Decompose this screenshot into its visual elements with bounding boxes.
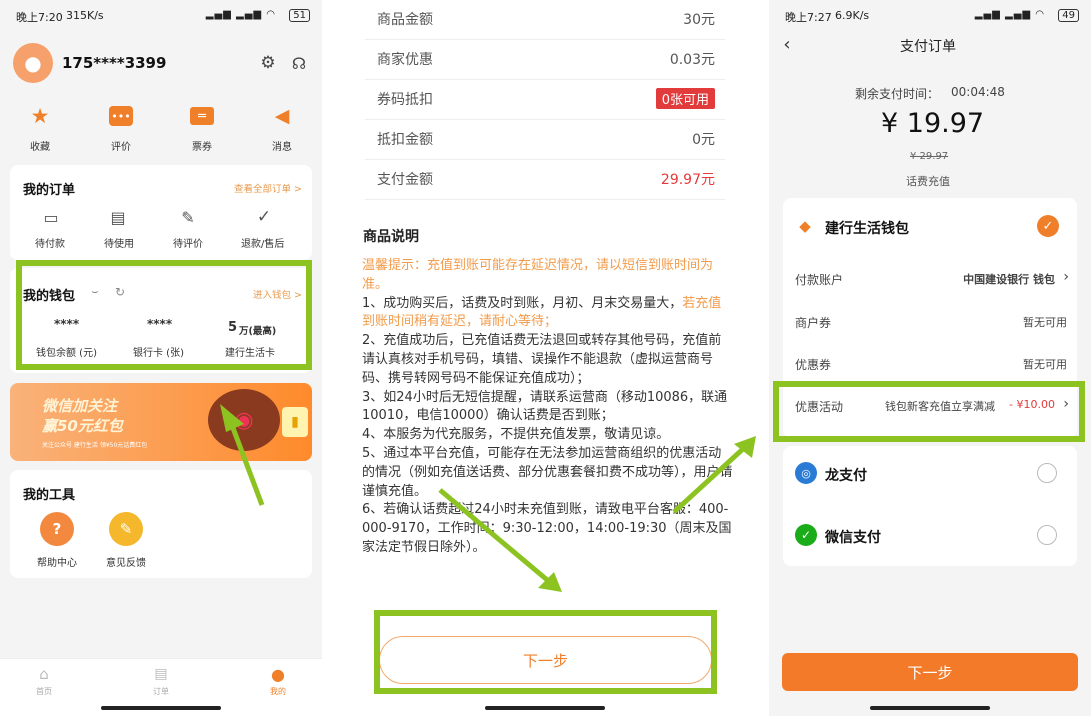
long-pay-label: 龙支付 (825, 468, 867, 484)
pay-amount: ¥ 19.97 (881, 108, 985, 139)
home-icon[interactable]: ⌂ (34, 665, 54, 683)
product-name: 话费充值 (906, 175, 950, 188)
battery-level: 49 (1058, 9, 1079, 22)
nav-mine[interactable]: 我的 (270, 686, 286, 697)
other-payment-card: ◎ 龙支付 ✓ 微信支付 (783, 446, 1077, 566)
order-detail-screen: 商品金额 30元 商家优惠 0.03元 券码抵扣 0张可用 抵扣金额 0元 支付… (332, 0, 758, 716)
account-value: 中国建设银行 钱包 (963, 273, 1055, 286)
mine-nav-icon[interactable]: ● (268, 664, 288, 684)
nav-orders[interactable]: 订单 (153, 686, 169, 697)
long-pay-icon: ◎ (795, 462, 817, 484)
chevron-right-icon: › (1063, 269, 1069, 285)
ccb-wallet-name: 建行生活钱包 (825, 221, 909, 237)
account-label: 付款账户 (795, 273, 844, 287)
home-indicator (870, 706, 990, 710)
wechat-pay-option[interactable]: ✓ 微信支付 (783, 508, 1077, 566)
home-indicator (485, 706, 605, 710)
original-price: ¥ 29.97 (910, 151, 949, 162)
wechat-pay-label: 微信支付 (825, 530, 881, 546)
merchant-coupon-value: 暂无可用 (1023, 316, 1067, 329)
promotion-highlight-box (773, 381, 1085, 442)
status-speed: 6.9K/s (835, 9, 870, 22)
selected-check-icon[interactable]: ✓ (1037, 215, 1059, 237)
payment-screen: 晚上7:27 6.9K/s 49 ▂▄▆ ▂▄▆ ◠ ‹ 支付订单 剩余支付时间… (769, 0, 1091, 716)
profile-screen: 晚上7:20 315K/s 51 ▂▄▆ ▂▄▆ ◠ ● 175****3399… (0, 0, 322, 716)
status-time: 晚上7:27 (785, 11, 832, 24)
wechat-pay-icon: ✓ (795, 524, 817, 546)
pay-next-button[interactable]: 下一步 (782, 653, 1078, 691)
annotation-arrows (438, 436, 756, 592)
orders-nav-icon[interactable]: ▤ (151, 665, 171, 683)
row-merchant-coupon: 商户券 暂无可用 (783, 300, 1077, 342)
countdown-value: 00:04:48 (951, 85, 1005, 99)
home-indicator (101, 706, 221, 710)
ccb-wallet-icon: ◆ (799, 217, 811, 235)
row-payment-account[interactable]: 付款账户 中国建设银行 钱包 › (783, 257, 1077, 299)
status-bar: 晚上7:27 6.9K/s 49 ▂▄▆ ▂▄▆ ◠ (769, 0, 1091, 32)
countdown-label: 剩余支付时间： (855, 87, 940, 101)
row-coupon: 优惠券 暂无可用 (783, 342, 1077, 384)
long-pay-option[interactable]: ◎ 龙支付 (783, 446, 1077, 504)
merchant-coupon-label: 商户券 (795, 316, 832, 330)
back-arrow-icon[interactable]: ‹ (777, 34, 797, 55)
nav-home[interactable]: 首页 (36, 686, 52, 697)
long-pay-radio[interactable] (1037, 463, 1057, 483)
page-title: 支付订单 (900, 39, 956, 55)
coupon-label: 优惠券 (795, 358, 832, 372)
annotation-arrow (220, 404, 265, 506)
wechat-pay-radio[interactable] (1037, 525, 1057, 545)
signal-icon: ▂▄▆ ▂▄▆ ◠ (974, 9, 1045, 20)
coupon-value: 暂无可用 (1023, 358, 1067, 371)
